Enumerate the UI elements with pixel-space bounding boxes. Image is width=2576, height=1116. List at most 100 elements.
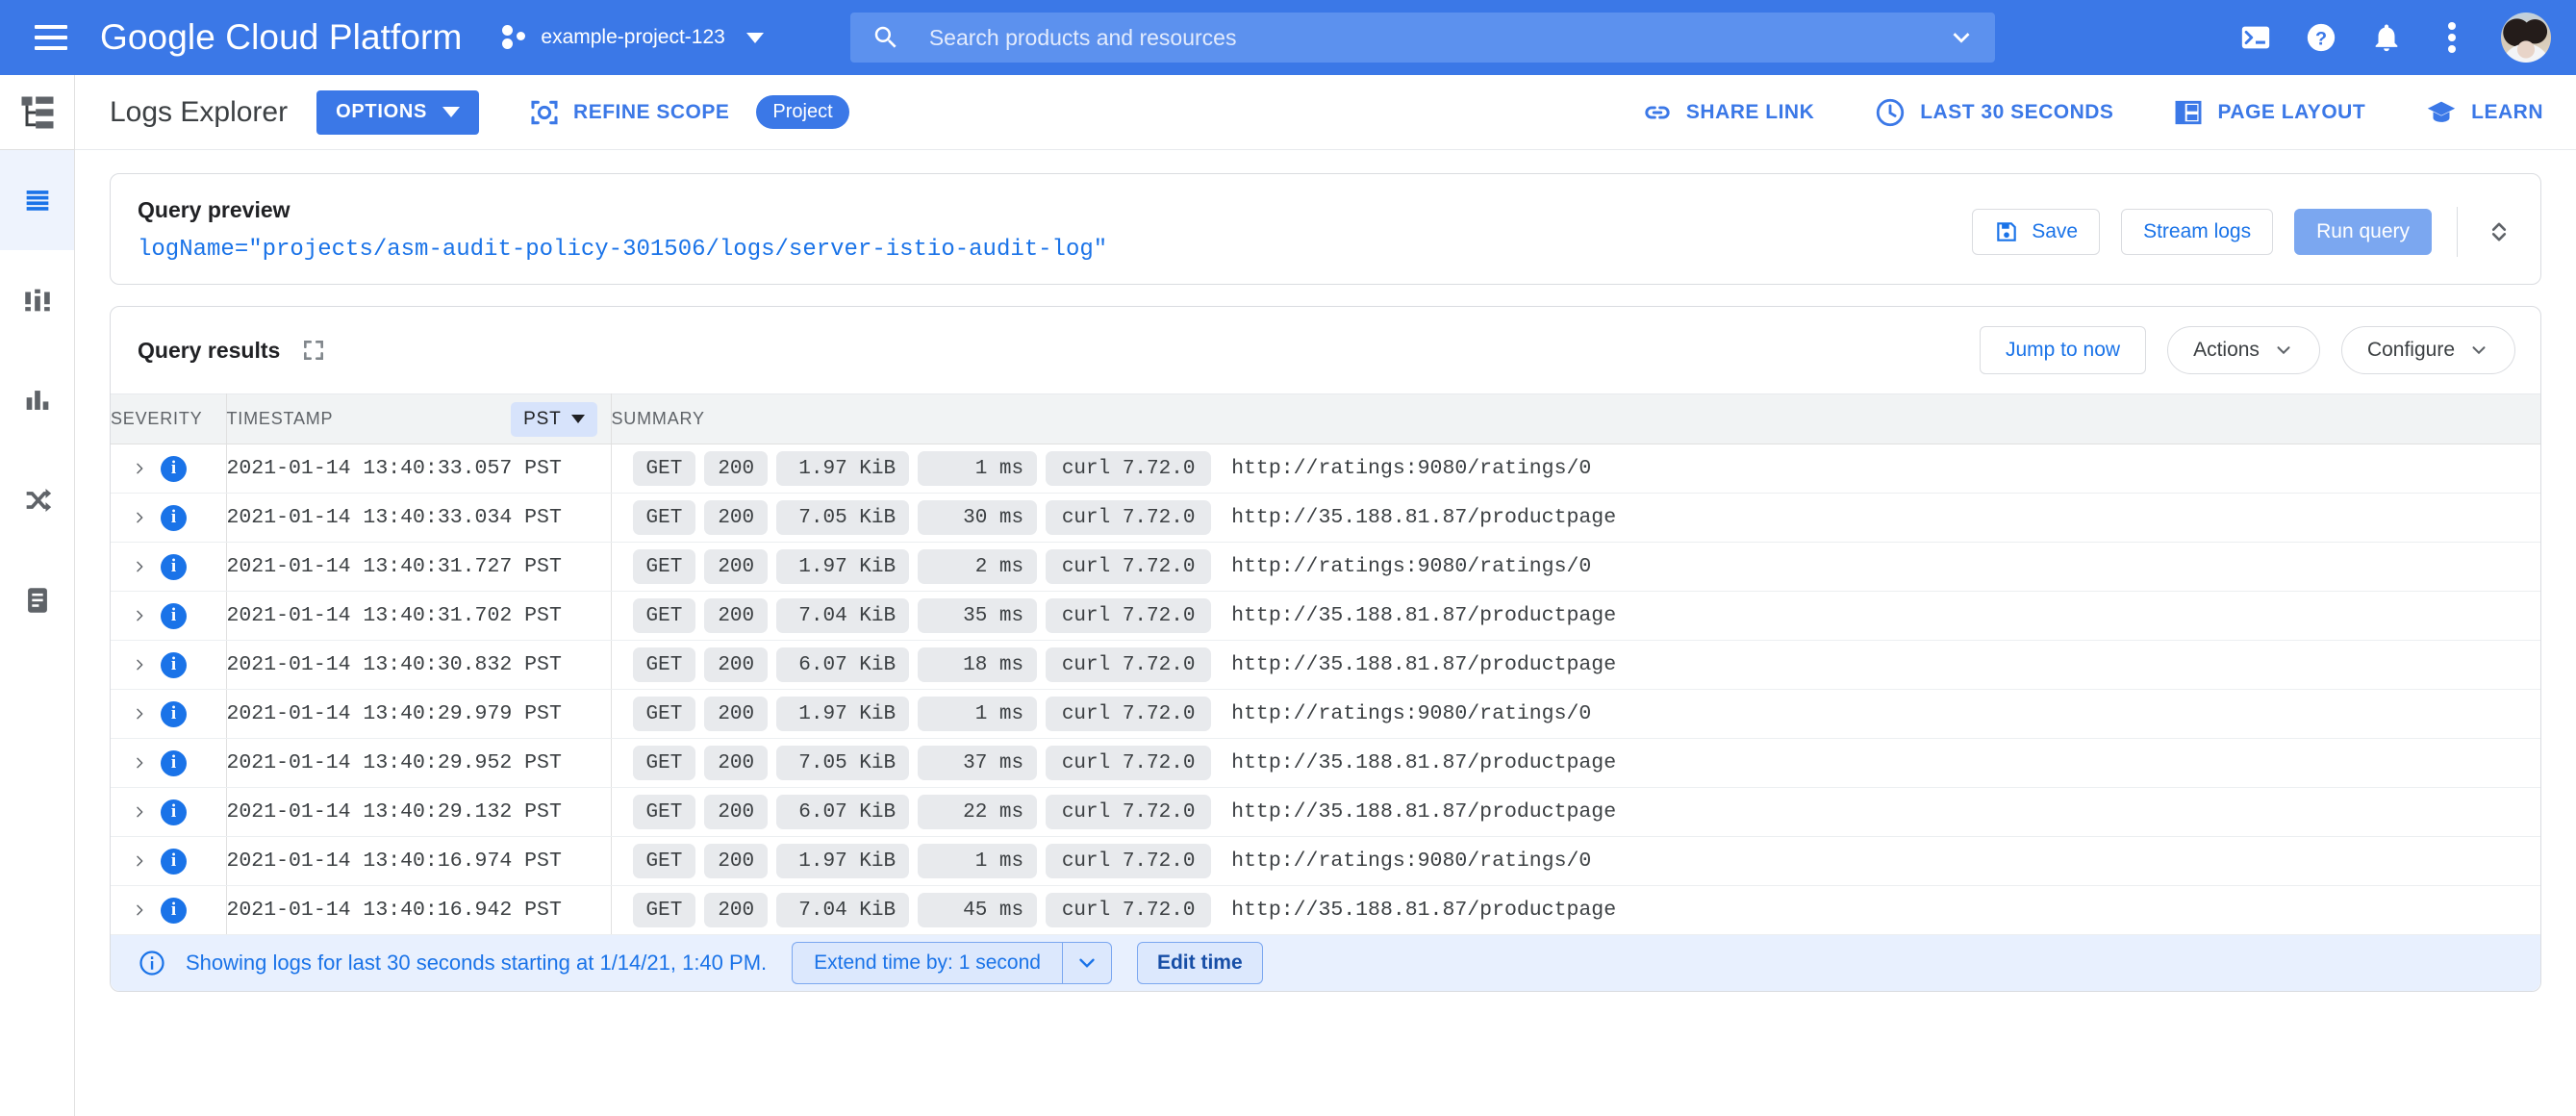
row-timestamp: 2021-01-14 13:40:30.832 PST [226, 653, 562, 676]
expand-row-chevron-icon[interactable] [132, 655, 147, 674]
edit-time-button[interactable]: Edit time [1136, 942, 1263, 984]
expand-row-chevron-icon[interactable] [132, 851, 147, 871]
save-icon [1997, 222, 2016, 241]
cloud-shell-icon[interactable] [2239, 21, 2272, 54]
row-severity-cell: i [111, 640, 227, 690]
table-row[interactable]: i 2021-01-14 13:40:16.942 PST GET 200 7.04 K… [111, 885, 2540, 935]
notifications-bell-icon[interactable] [2370, 21, 2403, 54]
sidebar-item-logs-explorer[interactable] [0, 150, 74, 250]
row-severity-cell: i [111, 836, 227, 886]
summary-user-agent-chip: curl 7.72.0 [1046, 893, 1212, 927]
column-header-summary[interactable]: SUMMARY [611, 393, 2540, 444]
refine-scope-button[interactable]: REFINE SCOPE Project [529, 95, 849, 129]
column-header-timestamp-label: TIMESTAMP [226, 409, 334, 428]
table-row[interactable]: i 2021-01-14 13:40:30.832 PST GET 200 6.07 K… [111, 640, 2540, 690]
help-icon[interactable]: ? [2305, 21, 2337, 54]
timezone-selector[interactable]: PST [511, 401, 597, 437]
severity-info-icon[interactable]: i [161, 651, 187, 678]
table-row[interactable]: i 2021-01-14 13:40:33.057 PST GET 200 1.97 K… [111, 444, 2540, 494]
table-row[interactable]: i 2021-01-14 13:40:31.702 PST GET 200 7.04 K… [111, 591, 2540, 641]
fullscreen-icon[interactable] [301, 338, 326, 363]
logs-dashboard-icon [24, 289, 50, 312]
row-timestamp: 2021-01-14 13:40:33.034 PST [226, 506, 562, 529]
summary-method-chip: GET [632, 697, 696, 731]
table-row[interactable]: i 2021-01-14 13:40:29.952 PST GET 200 7.05 K… [111, 738, 2540, 788]
severity-info-icon[interactable]: i [161, 897, 187, 924]
summary-latency-chip: 22 ms [918, 795, 1038, 829]
hamburger-menu-icon[interactable] [29, 15, 73, 60]
logs-table-head: SEVERITY TIMESTAMP PST SUMMARY [111, 393, 2540, 444]
search-bar[interactable] [849, 13, 1995, 63]
sidebar-item-logs-storage[interactable] [0, 550, 74, 650]
resource-tree-icon[interactable] [0, 75, 74, 150]
sidebar-item-logs-dashboard[interactable] [0, 250, 74, 350]
severity-info-icon[interactable]: i [161, 749, 187, 776]
logs-storage-icon [27, 588, 47, 613]
actions-button[interactable]: Actions [2167, 326, 2320, 374]
row-timestamp-cell: 2021-01-14 13:40:29.979 PST [226, 689, 612, 739]
query-preview-left: Query preview logName="projects/asm-audi… [111, 197, 1953, 263]
column-header-severity[interactable]: SEVERITY [111, 393, 227, 444]
sidebar-item-log-based-metrics[interactable] [0, 350, 74, 450]
table-row[interactable]: i 2021-01-14 13:40:33.034 PST GET 200 7.05 K… [111, 493, 2540, 543]
share-link-button[interactable]: SHARE LINK [1642, 97, 1814, 128]
summary-method-chip: GET [632, 746, 696, 780]
expand-row-chevron-icon[interactable] [132, 459, 147, 478]
stream-logs-button[interactable]: Stream logs [2121, 209, 2274, 255]
chevron-down-icon [2277, 346, 2290, 355]
logs-table-body: i 2021-01-14 13:40:33.057 PST GET 200 1.97 K… [111, 444, 2540, 935]
severity-info-icon[interactable]: i [161, 455, 187, 482]
summary-size-chip: 7.05 KiB [776, 500, 910, 535]
top-header: Google Cloud Platform example-project-12… [0, 0, 2576, 75]
brand-title: Google Cloud Platform [100, 17, 463, 57]
run-query-button[interactable]: Run query [2294, 209, 2432, 255]
summary-latency-chip: 35 ms [918, 598, 1038, 633]
extend-time-dropdown[interactable] [1061, 942, 1112, 984]
summary-url: http://35.188.81.87/productpage [1231, 899, 1617, 922]
sidebar-item-logs-router[interactable] [0, 450, 74, 550]
expand-collapse-icon[interactable] [2483, 213, 2515, 251]
edit-time-label: Edit time [1156, 951, 1243, 974]
column-header-timestamp[interactable]: TIMESTAMP PST [226, 393, 612, 444]
search-input[interactable] [926, 23, 1945, 52]
query-text[interactable]: logName="projects/asm-audit-policy-30150… [138, 237, 1953, 263]
chevron-down-icon[interactable] [1945, 21, 1978, 54]
summary-url: http://35.188.81.87/productpage [1231, 506, 1617, 529]
summary-user-agent-chip: curl 7.72.0 [1046, 451, 1212, 486]
summary-size-chip: 6.07 KiB [776, 647, 910, 682]
expand-row-chevron-icon[interactable] [132, 557, 147, 576]
time-range-button[interactable]: LAST 30 SECONDS [1874, 96, 2113, 129]
more-vert-icon[interactable] [2436, 21, 2468, 54]
expand-row-chevron-icon[interactable] [132, 606, 147, 625]
summary-user-agent-chip: curl 7.72.0 [1046, 598, 1212, 633]
expand-row-chevron-icon[interactable] [132, 704, 147, 723]
avatar[interactable] [2501, 13, 2551, 63]
severity-info-icon[interactable]: i [161, 700, 187, 727]
page-layout-button[interactable]: PAGE LAYOUT [2173, 97, 2365, 128]
learn-button[interactable]: LEARN [2425, 96, 2543, 129]
expand-row-chevron-icon[interactable] [132, 753, 147, 773]
table-row[interactable]: i 2021-01-14 13:40:16.974 PST GET 200 1.97 K… [111, 836, 2540, 886]
severity-info-icon[interactable]: i [161, 799, 187, 825]
severity-info-icon[interactable]: i [161, 553, 187, 580]
table-row[interactable]: i 2021-01-14 13:40:29.132 PST GET 200 6.07 K… [111, 787, 2540, 837]
row-summary-cell: GET 200 7.05 KiB 30 ms curl 7.72.0 http://35.… [611, 493, 2540, 543]
save-button[interactable]: Save [1972, 209, 2101, 255]
severity-info-icon[interactable]: i [161, 504, 187, 531]
expand-row-chevron-icon[interactable] [132, 802, 147, 822]
project-selector[interactable]: example-project-123 [502, 25, 764, 50]
learn-label: LEARN [2471, 100, 2543, 123]
row-summary-cell: GET 200 6.07 KiB 18 ms curl 7.72.0 http://35.… [611, 640, 2540, 690]
severity-info-icon[interactable]: i [161, 602, 187, 629]
expand-row-chevron-icon[interactable] [132, 900, 147, 920]
table-row[interactable]: i 2021-01-14 13:40:31.727 PST GET 200 1.97 K… [111, 542, 2540, 592]
configure-button[interactable]: Configure [2340, 326, 2515, 374]
options-button[interactable]: OPTIONS [316, 89, 480, 135]
table-row[interactable]: i 2021-01-14 13:40:29.979 PST GET 200 1.97 K… [111, 689, 2540, 739]
expand-row-chevron-icon[interactable] [132, 508, 147, 527]
jump-to-now-button[interactable]: Jump to now [1980, 326, 2147, 374]
scope-chip[interactable]: Project [756, 95, 849, 129]
severity-info-icon[interactable]: i [161, 848, 187, 875]
svg-text:?: ? [2315, 29, 2327, 50]
extend-time-button[interactable]: Extend time by: 1 second [792, 942, 1062, 984]
